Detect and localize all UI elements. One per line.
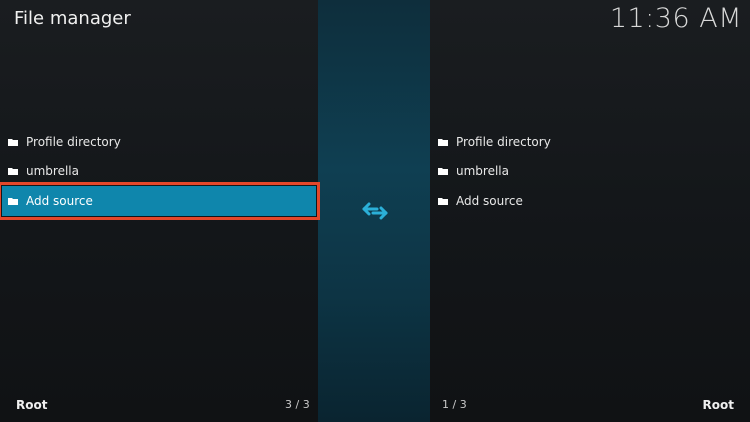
folder-icon bbox=[438, 138, 448, 146]
folder-icon bbox=[8, 138, 18, 146]
item-label: Profile directory bbox=[456, 134, 551, 149]
item-label: Profile directory bbox=[26, 134, 121, 149]
item-label: Add source bbox=[26, 193, 93, 208]
left-footer-path: Root bbox=[16, 398, 48, 412]
right-file-list: Profile directory umbrella Add source bbox=[430, 127, 750, 216]
left-item-count: 3 / 3 bbox=[285, 398, 310, 411]
left-item-umbrella[interactable]: umbrella bbox=[0, 157, 318, 187]
item-label: umbrella bbox=[456, 164, 509, 179]
left-item-profile-directory[interactable]: Profile directory bbox=[0, 127, 318, 157]
item-label: umbrella bbox=[26, 164, 79, 179]
right-item-umbrella[interactable]: umbrella bbox=[430, 157, 750, 187]
left-item-add-source[interactable]: Add source bbox=[0, 182, 320, 220]
right-item-count: 1 / 3 bbox=[442, 398, 467, 411]
app-title: File manager bbox=[14, 8, 131, 29]
folder-icon bbox=[8, 168, 18, 176]
right-item-add-source[interactable]: Add source bbox=[430, 186, 750, 216]
folder-icon bbox=[438, 197, 448, 205]
right-footer-path: Root bbox=[702, 398, 734, 412]
clock: 11:36 AM bbox=[609, 3, 742, 34]
item-label: Add source bbox=[456, 193, 523, 208]
left-file-list: Profile directory umbrella Add source bbox=[0, 127, 320, 220]
swap-arrows-icon[interactable] bbox=[362, 201, 388, 221]
folder-icon bbox=[8, 197, 18, 205]
right-item-profile-directory[interactable]: Profile directory bbox=[430, 127, 750, 157]
folder-icon bbox=[438, 168, 448, 176]
